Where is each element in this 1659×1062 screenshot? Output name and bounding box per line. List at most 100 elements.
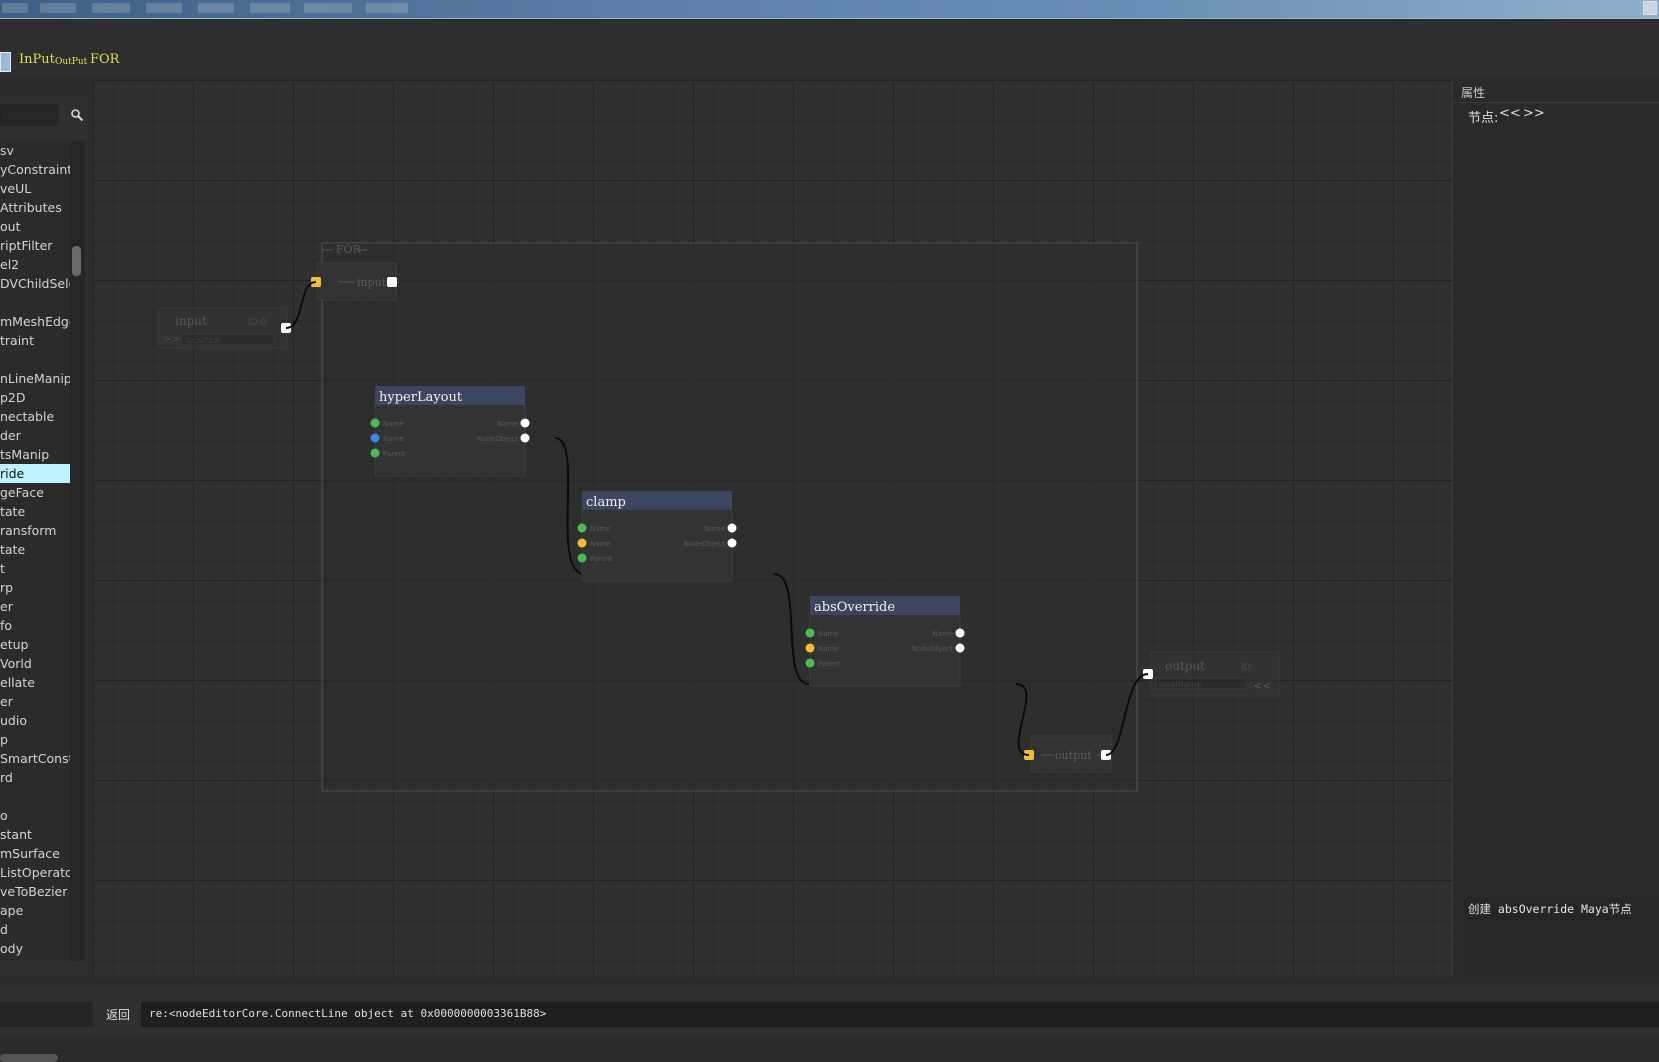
next-node-button[interactable]: >> (1523, 106, 1545, 121)
node-list[interactable]: sv yConstraint veUL Attributes out riptFilter… (0, 141, 70, 961)
list-item[interactable]: ellate (0, 673, 70, 692)
output-port[interactable] (520, 433, 530, 443)
input-port[interactable] (805, 628, 815, 638)
maya-node-clamp[interactable]: clamp Name Name Parent Name NodeObject (577, 491, 737, 582)
list-item[interactable]: el2 (0, 255, 70, 274)
input-port[interactable] (577, 553, 587, 563)
inner-output-node[interactable]: output (1024, 735, 1112, 773)
node-nav-label: 节点: (1468, 111, 1499, 126)
menu-item[interactable] (366, 3, 408, 13)
command-input-left[interactable] (0, 1002, 93, 1027)
node-graph-svg[interactable]: FOR input input ID:0 >> localPath output… (93, 80, 1452, 977)
inner-input-node[interactable]: input (311, 262, 399, 301)
list-item[interactable]: er (0, 597, 70, 616)
input-port[interactable] (577, 523, 587, 533)
list-item[interactable]: o (0, 806, 70, 825)
horizontal-scrollbar[interactable] (0, 1054, 58, 1062)
search-input[interactable] (0, 104, 58, 126)
maya-node-absOverride[interactable]: absOverride Name Name Parent Name NodeObject (805, 596, 965, 687)
menu-item[interactable] (250, 3, 290, 13)
node-graph-canvas[interactable]: FOR input input ID:0 >> localPath output… (93, 80, 1452, 977)
input-port[interactable] (577, 538, 587, 548)
list-item[interactable]: fo (0, 616, 70, 635)
list-item[interactable]: ape (0, 901, 70, 920)
list-item[interactable]: ody (0, 939, 70, 958)
output-port[interactable] (955, 628, 965, 638)
list-item[interactable]: ListOperatoı (0, 863, 70, 882)
output-port[interactable] (520, 418, 530, 428)
list-item[interactable]: sv (0, 141, 70, 160)
tab-output[interactable]: OutPut (55, 57, 87, 67)
collapse-arrows-icon[interactable]: >> (163, 334, 180, 345)
app-icon (0, 52, 11, 72)
list-item[interactable]: p (0, 730, 70, 749)
input-port[interactable] (370, 433, 380, 443)
search-icon[interactable] (70, 108, 84, 122)
output-port[interactable] (955, 643, 965, 653)
list-item[interactable]: t (0, 559, 70, 578)
input-port[interactable] (370, 448, 380, 458)
list-item[interactable]: SmartConstra (0, 749, 70, 768)
list-item[interactable] (0, 787, 70, 806)
list-item[interactable]: ride (0, 464, 70, 483)
inner-output-label: output (1055, 749, 1092, 762)
list-item[interactable]: yConstraint (0, 160, 70, 179)
tab-input[interactable]: InPut (19, 52, 55, 67)
list-item[interactable]: veToBezier (0, 882, 70, 901)
prev-node-button[interactable]: << (1499, 106, 1521, 121)
node-library-panel: sv yConstraint veUL Attributes out riptFilter… (0, 96, 88, 1062)
list-item[interactable]: d (0, 920, 70, 939)
output-port[interactable] (727, 538, 737, 548)
properties-panel: 属性 节点: << >> 创建 absOverride Maya节点 (1452, 80, 1659, 977)
menu-item[interactable] (40, 3, 76, 13)
list-item[interactable]: udio (0, 711, 70, 730)
list-item[interactable]: Vorld (0, 654, 70, 673)
list-scrollbar-thumb[interactable] (72, 246, 81, 276)
list-item[interactable]: stant (0, 825, 70, 844)
input-port[interactable] (805, 658, 815, 668)
outer-input-node[interactable]: input ID:0 >> localPath (158, 307, 288, 349)
list-item[interactable]: rd (0, 768, 70, 787)
menu-item[interactable] (198, 3, 234, 13)
outer-output-id: ID: (1241, 663, 1254, 673)
list-item[interactable]: riptFilter (0, 236, 70, 255)
menu-item[interactable] (2, 3, 28, 13)
outer-output-field: localName (1159, 680, 1201, 689)
node-title: absOverride (814, 600, 895, 615)
list-item[interactable]: geFace (0, 483, 70, 502)
list-item[interactable]: rp (0, 578, 70, 597)
port-white[interactable] (387, 277, 397, 287)
input-port[interactable] (370, 418, 380, 428)
menu-item[interactable] (146, 3, 182, 13)
output-port[interactable] (727, 523, 737, 533)
list-item[interactable]: der (0, 426, 70, 445)
list-item[interactable]: tate (0, 540, 70, 559)
list-item[interactable] (0, 350, 70, 369)
list-item[interactable]: DVChildSelec (0, 274, 70, 293)
list-item[interactable]: nectable (0, 407, 70, 426)
list-item[interactable]: tate (0, 502, 70, 521)
menu-item[interactable] (92, 3, 130, 13)
menu-item[interactable] (304, 3, 352, 13)
list-item[interactable]: p2D (0, 388, 70, 407)
list-item[interactable]: etup (0, 635, 70, 654)
tab-for[interactable]: FOR (90, 52, 119, 67)
list-item[interactable]: mMeshEdge (0, 312, 70, 331)
input-port[interactable] (805, 643, 815, 653)
window-restore-icon[interactable] (1643, 1, 1657, 15)
list-item[interactable]: traint (0, 331, 70, 350)
port-label: NodeObject (912, 645, 953, 653)
list-item[interactable]: Attributes (0, 198, 70, 217)
list-item[interactable]: tsManip (0, 445, 70, 464)
list-item[interactable]: er (0, 692, 70, 711)
outer-output-node[interactable]: output ID: localName << (1150, 651, 1280, 697)
list-item[interactable]: veUL (0, 179, 70, 198)
list-item[interactable]: ransform (0, 521, 70, 540)
list-item[interactable] (0, 293, 70, 312)
maya-node-hyperLayout[interactable]: hyperLayout Name Name Parent Name NodeObject (370, 386, 530, 477)
list-item[interactable]: out (0, 217, 70, 236)
collapse-arrows-icon[interactable]: << (1253, 679, 1271, 692)
list-item[interactable]: nLineManip (0, 369, 70, 388)
command-output-field[interactable]: re:<nodeEditorCore.ConnectLine object at… (141, 1002, 1659, 1027)
list-item[interactable]: mSurface (0, 844, 70, 863)
